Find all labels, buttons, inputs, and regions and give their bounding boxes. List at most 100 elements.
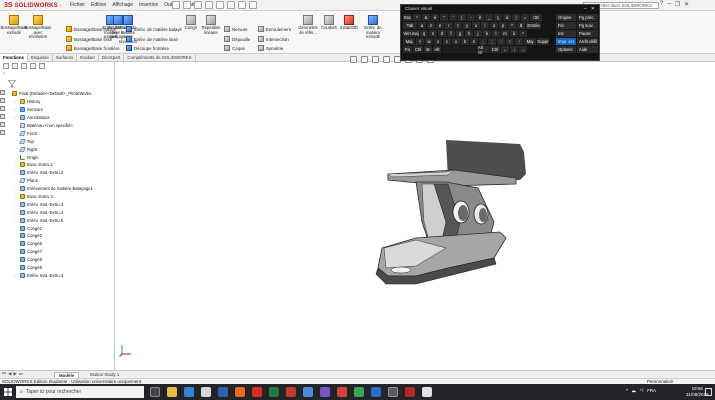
last-tab-icon[interactable]: ⏭ <box>19 371 23 377</box>
osk-key[interactable]: $ <box>517 22 525 29</box>
osk-key[interactable]: n <box>470 38 478 45</box>
mirror-button[interactable]: Symétrie <box>258 45 283 51</box>
tree-expand-icon[interactable]: › <box>14 218 15 223</box>
osk-key[interactable]: k <box>483 30 491 37</box>
osk-key[interactable]: è <box>476 14 484 21</box>
tree-node[interactable]: Congé6 <box>20 240 115 248</box>
tree-expand-icon[interactable]: › <box>14 273 15 278</box>
osk-key[interactable]: j <box>474 30 482 37</box>
sidebar-design-library-icon[interactable] <box>0 98 5 103</box>
osk-key[interactable]: ← <box>501 46 509 53</box>
tree-node[interactable]: Plan1 <box>19 177 115 185</box>
boss-boundary-button[interactable]: Bossage/Base frontière <box>66 45 120 51</box>
keyboard-taskbar-icon[interactable] <box>422 387 432 397</box>
osk-key[interactable]: x <box>434 38 442 45</box>
osk-key[interactable]: à <box>503 14 511 21</box>
osk-key[interactable]: i <box>481 22 489 29</box>
osk-key[interactable]: Entrée <box>526 22 541 29</box>
tree-expand-icon[interactable]: › <box>14 210 15 215</box>
tree-node[interactable]: › Annotations <box>14 114 115 122</box>
boss-base-revolve-button[interactable]: Bossage/Base avec révolution <box>25 15 52 40</box>
osk-key[interactable]: < <box>416 38 424 45</box>
osk-key[interactable]: = <box>521 14 529 21</box>
tree-node[interactable]: Origin <box>20 153 115 161</box>
osk-help-button[interactable]: Aide <box>577 46 598 53</box>
sidebar-appearances-icon[interactable] <box>0 122 5 127</box>
tree-node[interactable]: › Boss.-Extru.2 <box>14 161 115 169</box>
osk-key[interactable]: m <box>501 30 509 37</box>
edge-browser-icon[interactable] <box>184 387 194 397</box>
osk-key[interactable]: u <box>472 22 480 29</box>
osk-key[interactable]: ! <box>506 38 514 45</box>
options-gear-icon[interactable] <box>249 1 257 9</box>
osk-key[interactable]: s <box>429 30 437 37</box>
first-tab-icon[interactable]: ⏮ <box>2 371 6 377</box>
tree-expand-icon[interactable]: › <box>14 170 15 175</box>
osk-key[interactable]: o <box>490 22 498 29</box>
sidebar-view-palette-icon[interactable] <box>0 114 5 119</box>
osk-key[interactable]: a <box>418 22 426 29</box>
tree-node[interactable]: › Boss.-Extru.3 <box>14 193 115 201</box>
key-insert[interactable]: Ins <box>556 30 576 37</box>
osk-key[interactable]: g <box>456 30 464 37</box>
key-pause[interactable]: Pause <box>577 30 598 37</box>
osk-key[interactable]: v <box>452 38 460 45</box>
osk-key[interactable]: Maj <box>403 38 415 45</box>
file-explorer-icon[interactable] <box>167 387 177 397</box>
app-icon[interactable] <box>320 387 330 397</box>
osk-key[interactable]: Verr.maj <box>403 30 419 37</box>
osk-key[interactable]: ç <box>494 14 502 21</box>
next-tab-icon[interactable]: ▶ <box>13 371 16 377</box>
tree-node[interactable]: Top <box>19 137 115 145</box>
key-end[interactable]: Fin <box>556 22 576 29</box>
menu-insert[interactable]: Insertion <box>139 2 158 8</box>
osk-key[interactable]: p <box>499 22 507 29</box>
reference-geometry-button[interactable]: Géométrie de référ... <box>296 15 320 35</box>
osk-key[interactable]: * <box>519 30 527 37</box>
key-page-up[interactable]: Pg préc. <box>577 14 598 21</box>
settings-icon[interactable] <box>388 387 398 397</box>
key-home[interactable]: Origine <box>556 14 576 21</box>
key-page-down[interactable]: Pg suiv. <box>577 22 598 29</box>
configuration-manager-icon[interactable] <box>21 63 27 69</box>
osk-key[interactable]: b <box>461 38 469 45</box>
solidworks-logo[interactable]: 3S SOLIDWORKS › <box>4 1 62 10</box>
osk-key[interactable]: - <box>467 14 475 21</box>
osk-key[interactable]: Ctrl <box>490 46 500 53</box>
osk-key[interactable]: ' <box>449 14 457 21</box>
tab-evaluate[interactable]: Evaluer <box>77 54 100 62</box>
shell-button[interactable]: Coque <box>224 45 245 51</box>
filter-icon[interactable] <box>8 80 16 88</box>
osk-key[interactable]: l <box>492 30 500 37</box>
previous-view-icon[interactable] <box>372 56 379 63</box>
tree-node[interactable]: Matériau <non spécifié> <box>20 122 115 130</box>
solidworks-taskbar-icon[interactable] <box>405 387 415 397</box>
feature-manager-icon[interactable] <box>3 63 9 69</box>
tree-node[interactable]: › Enlèv. mat.-Extru.5 <box>14 216 115 224</box>
boss-base-extrude-button[interactable]: Bossage/Base extrudé <box>1 15 28 35</box>
tree-expand-icon[interactable]: › <box>14 162 15 167</box>
tree-expand-icon[interactable]: › <box>14 99 15 104</box>
print-icon[interactable] <box>205 1 213 9</box>
osk-key[interactable]: Suppr <box>537 38 549 45</box>
instant3d-button[interactable]: Instant3D <box>339 15 359 31</box>
dimxpert-manager-icon[interactable] <box>30 63 36 69</box>
tree-node[interactable]: Right <box>19 145 115 153</box>
osk-key[interactable]: Esc <box>403 14 412 21</box>
osk-key[interactable]: Alt Gr <box>477 45 489 55</box>
cut-swept-button[interactable]: Enlèv. de matière balayé <box>126 26 182 32</box>
tree-node[interactable]: › Sensors <box>14 106 115 114</box>
sidebar-file-explorer-icon[interactable] <box>0 106 5 111</box>
tree-node[interactable]: › History <box>14 98 115 106</box>
word-icon[interactable] <box>218 387 228 397</box>
osk-key[interactable]: ^ <box>508 22 516 29</box>
tree-node[interactable]: Front <box>19 129 115 137</box>
sidebar-custom-properties-icon[interactable] <box>0 130 5 135</box>
curves-button[interactable]: Courbes <box>320 15 338 31</box>
osk-key[interactable]: q <box>420 30 428 37</box>
menu-edit[interactable]: Edition <box>91 2 106 8</box>
tree-node[interactable]: Congé2 <box>20 232 115 240</box>
graphics-area[interactable] <box>116 62 715 370</box>
wrap-button[interactable]: Enroulement <box>258 26 291 32</box>
photos-icon[interactable] <box>303 387 313 397</box>
